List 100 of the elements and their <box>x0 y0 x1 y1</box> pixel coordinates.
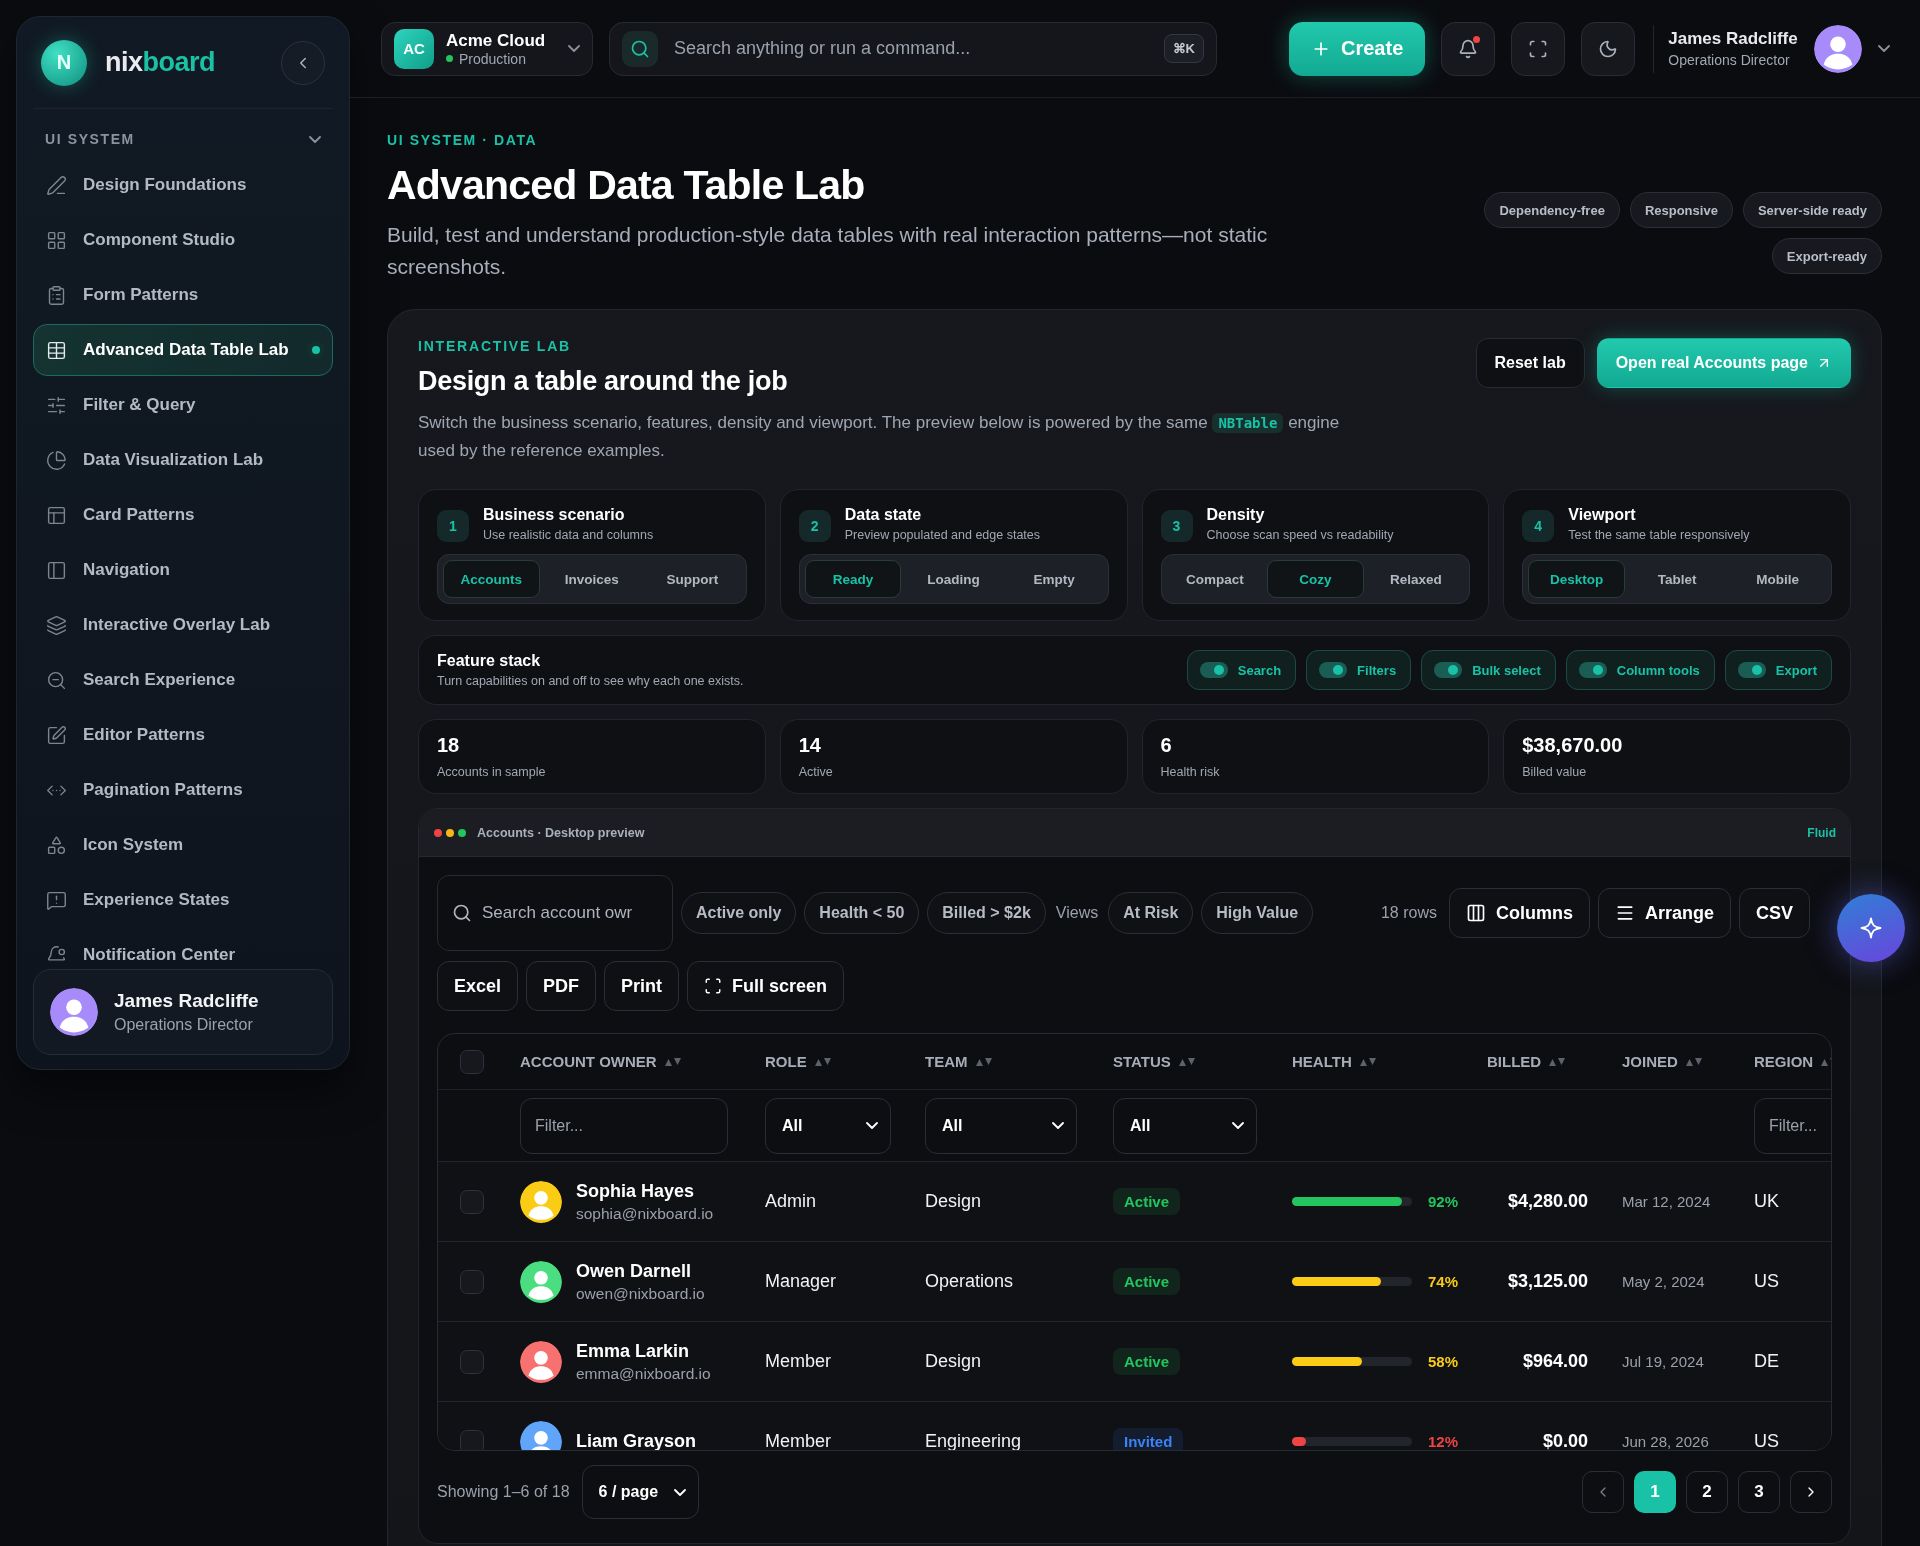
fullscreen-icon <box>704 977 723 995</box>
filter-chip[interactable]: Health < 50 <box>804 892 920 934</box>
shortcut-key: ⌘K <box>1163 34 1204 63</box>
column-header[interactable]: REGION <box>1754 1053 1831 1070</box>
status-badge: Active <box>1113 1348 1181 1375</box>
role-cell: Admin <box>765 1191 817 1212</box>
chevron-icon <box>674 1488 687 1496</box>
segment-option[interactable]: Support <box>644 560 741 598</box>
segment-option[interactable]: Empty <box>1005 560 1103 598</box>
nav-item[interactable]: Data Visualization Lab <box>33 434 333 486</box>
assistant-button[interactable] <box>1837 894 1905 962</box>
column-header[interactable]: STATUS <box>1113 1053 1195 1070</box>
nav-item[interactable]: Form Patterns <box>33 269 333 321</box>
column-header[interactable]: ACCOUNT OWNER <box>520 1053 681 1070</box>
feature-toggle[interactable]: Search <box>1186 650 1297 690</box>
nav-item[interactable]: Pagination Patterns <box>33 764 333 816</box>
nav-item[interactable]: Interactive Overlay Lab <box>33 599 333 651</box>
column-header[interactable]: TEAM <box>925 1053 992 1070</box>
collapse-button[interactable] <box>281 40 325 85</box>
column-header[interactable]: HEALTH <box>1292 1053 1376 1070</box>
section-toggle[interactable]: UI SYSTEM <box>33 109 333 159</box>
nav-item[interactable]: Filter & Query <box>33 379 333 431</box>
breadcrumb: UI SYSTEM · DATA <box>387 132 539 148</box>
export-button[interactable]: Excel <box>437 961 519 1011</box>
toolbar-button[interactable]: Arrange <box>1597 888 1731 938</box>
search-bar[interactable]: Search anything or run a command... ⌘K <box>609 21 1217 76</box>
table-icon <box>46 339 67 361</box>
fullscreen-button[interactable] <box>1511 21 1566 76</box>
nav-item[interactable]: Design Foundations <box>33 159 333 211</box>
segment-option[interactable]: Relaxed <box>1367 560 1465 598</box>
checkbox[interactable] <box>460 1189 484 1214</box>
nav-item[interactable]: Editor Patterns <box>33 709 333 761</box>
shapes-icon <box>46 834 67 856</box>
filter-select[interactable]: All <box>1113 1097 1257 1154</box>
feature-toggle[interactable]: Bulk select <box>1421 650 1556 690</box>
filter-field[interactable]: Filter... <box>520 1097 728 1154</box>
view-chip[interactable]: High Value <box>1201 892 1314 934</box>
filter-select[interactable]: All <box>765 1097 891 1154</box>
segment-option[interactable]: Mobile <box>1729 560 1826 598</box>
billed-cell: $964.00 <box>1522 1351 1588 1372</box>
stat-label: Accounts in sample <box>437 765 547 779</box>
checkbox[interactable] <box>460 1429 484 1450</box>
workspace-switcher[interactable]: AC Acme Cloud Production <box>381 21 593 76</box>
nav-item[interactable]: Notification Center <box>33 929 333 961</box>
columns-icon <box>1465 903 1486 923</box>
column-header[interactable]: ROLE <box>765 1053 831 1070</box>
reset-button[interactable]: Reset lab <box>1475 338 1585 388</box>
health-percent: 74% <box>1428 1273 1459 1290</box>
team-cell: Operations <box>925 1271 1014 1292</box>
previous-page-button[interactable] <box>1582 1471 1624 1513</box>
view-chip[interactable]: At Risk <box>1108 892 1194 934</box>
segment-option[interactable]: Loading <box>905 560 1002 598</box>
nav-item[interactable]: Navigation <box>33 544 333 596</box>
table-search-field[interactable]: Search account owr <box>482 903 668 923</box>
chevron-icon <box>1877 45 1890 52</box>
nav-item[interactable]: Search Experience <box>33 654 333 706</box>
export-button[interactable]: PDF <box>526 961 597 1011</box>
segment-option[interactable]: Accounts <box>443 560 540 598</box>
feature-toggle[interactable]: Filters <box>1306 650 1412 690</box>
nav-item[interactable]: Experience States <box>33 874 333 926</box>
filter-chip[interactable]: Active only <box>681 892 797 934</box>
nav-item[interactable]: Advanced Data Table Lab <box>33 324 333 376</box>
search-field[interactable]: Search anything or run a command... <box>672 37 1150 60</box>
segment-option[interactable]: Ready <box>804 560 902 598</box>
segment-option[interactable]: Invoices <box>543 560 641 598</box>
nav-item[interactable]: Card Patterns <box>33 489 333 541</box>
segment-option[interactable]: Cozy <box>1267 560 1364 598</box>
avatar-icon <box>1813 24 1862 73</box>
user-name: James Radcliffe <box>1668 29 1798 49</box>
nav-item[interactable]: Component Studio <box>33 214 333 266</box>
filter-field[interactable]: Filter... <box>1754 1097 1831 1154</box>
column-header[interactable]: JOINED <box>1622 1053 1702 1070</box>
theme-button[interactable] <box>1581 21 1636 76</box>
table-search-bar[interactable]: Search account owr <box>437 875 673 951</box>
feature-toggle[interactable]: Column tools <box>1565 650 1715 690</box>
search-icon <box>622 30 658 67</box>
segment-option[interactable]: Compact <box>1166 560 1264 598</box>
next-page-button[interactable] <box>1790 1471 1832 1513</box>
billed-cell: $4,280.00 <box>1507 1191 1588 1212</box>
checkbox[interactable] <box>460 1269 484 1294</box>
showing-text: Showing 1–6 of 18 <box>437 1483 570 1501</box>
column-header[interactable]: BILLED <box>1487 1053 1566 1070</box>
nav-item[interactable]: Icon System <box>33 819 333 871</box>
toolbar-button[interactable]: CSV <box>1739 888 1810 938</box>
segment-option[interactable]: Desktop <box>1528 560 1625 598</box>
export-button[interactable]: Full screen <box>687 961 845 1011</box>
toolbar-button[interactable]: Columns <box>1448 888 1590 938</box>
page-button[interactable]: 2 <box>1686 1471 1728 1513</box>
checkbox[interactable] <box>460 1349 484 1374</box>
filter-chip[interactable]: Billed > $2k <box>927 892 1046 934</box>
filter-select[interactable]: All <box>925 1097 1077 1154</box>
feature-toggle[interactable]: Export <box>1724 650 1832 690</box>
page-button[interactable]: 3 <box>1738 1471 1780 1513</box>
page-size-select[interactable]: 6 / page <box>581 1465 700 1519</box>
notifications-button[interactable] <box>1441 21 1496 76</box>
page-description: Build, test and understand production-style data tables with real interaction patterns—not static screenshots. <box>387 222 1269 280</box>
step-number: 4 <box>1522 510 1555 542</box>
export-button[interactable]: Print <box>604 961 680 1011</box>
segment-option[interactable]: Tablet <box>1628 560 1726 598</box>
checkbox[interactable] <box>460 1049 484 1074</box>
